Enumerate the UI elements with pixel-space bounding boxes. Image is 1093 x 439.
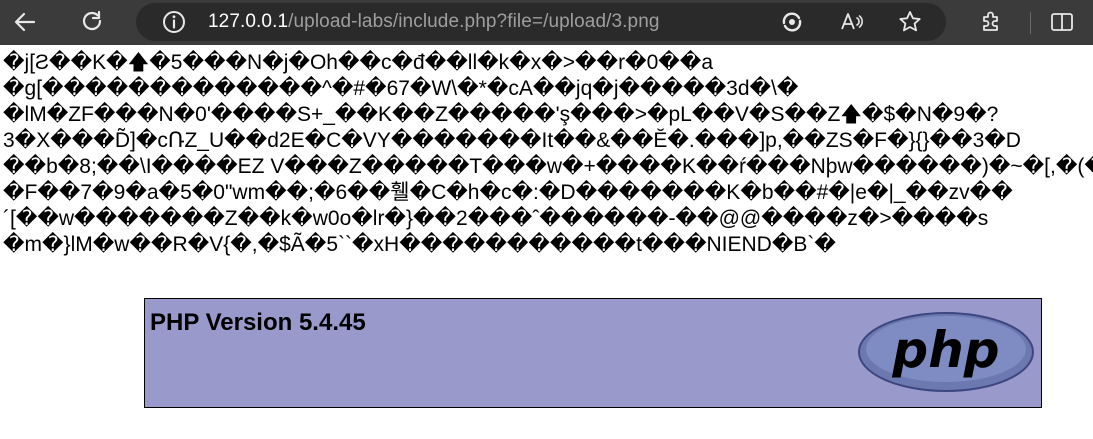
raw-line: �j[Ƨ��K�🡅�5���N�j�Oh��c�đ��ll�k�x�>��r�0… bbox=[3, 51, 714, 74]
browser-toolbar: 127.0.0.1/upload-labs/include.php?file=/… bbox=[0, 0, 1093, 45]
url-path: /upload-labs/include.php?file=/upload/3.… bbox=[288, 11, 660, 32]
split-screen-icon[interactable] bbox=[1046, 6, 1078, 38]
url-host: 127.0.0.1 bbox=[208, 11, 289, 32]
site-info-icon[interactable] bbox=[158, 6, 190, 38]
install-app-icon[interactable] bbox=[776, 6, 808, 38]
raw-line: �F��7�9�a�5�0"wm��;�6��휄�C�h�c�:�D������… bbox=[3, 181, 1013, 204]
raw-line: �lM�ZF���N�0'����S+_��K��Z�����'ş���>�pL… bbox=[3, 103, 999, 126]
php-logo[interactable]: php bbox=[857, 311, 1035, 393]
favorite-star-icon[interactable] bbox=[894, 6, 926, 38]
raw-line: ´[��w�������Z��k�w0o�lr�}��2���ˆ������-�… bbox=[3, 207, 989, 230]
phpinfo-header: PHP Version 5.4.45 php bbox=[144, 298, 1042, 408]
extensions-puzzle-icon[interactable] bbox=[975, 6, 1007, 38]
raw-line: 3�X���D̃]�cՌZ_U��d2E�C�VY�������It��&��Ĕ… bbox=[3, 129, 1021, 152]
toolbar-divider bbox=[1030, 12, 1031, 34]
url-text[interactable]: 127.0.0.1/upload-labs/include.php?file=/… bbox=[208, 11, 660, 33]
php-version-title: PHP Version 5.4.45 bbox=[150, 309, 366, 336]
reload-icon[interactable] bbox=[76, 6, 108, 38]
raw-binary-output: �j[Ƨ��K�🡅�5���N�j�Oh��c�đ��ll�k�x�>��r�0… bbox=[3, 50, 1093, 258]
raw-line: ��b�8;��\I����EZ V���Z�����T���w�+����K�… bbox=[3, 155, 1093, 178]
raw-line: �m�}lM�w��R�V{�,�$Ã�5``�xH�����������t��… bbox=[3, 233, 836, 256]
php-logo-text: php bbox=[891, 321, 999, 379]
back-arrow-icon[interactable] bbox=[9, 6, 41, 38]
read-aloud-icon[interactable] bbox=[836, 6, 868, 38]
raw-line: �g[�������������^�#�67�W\�*�cA��jq�j����… bbox=[3, 77, 799, 100]
